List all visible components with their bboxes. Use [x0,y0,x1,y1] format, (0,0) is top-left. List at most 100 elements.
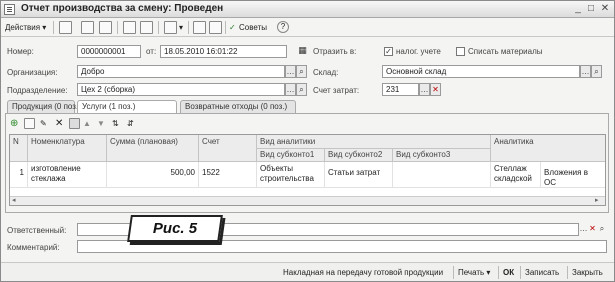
tab-returnable-waste[interactable]: Возвратные отходы (0 поз.) [180,100,296,113]
tips-button[interactable]: Советы [239,20,267,35]
column-header-analytics[interactable]: Аналитика [491,135,605,162]
toolbar-separator [225,21,226,34]
column-header-n[interactable]: N [10,135,28,162]
move-up-icon[interactable]: ▲ [83,116,91,131]
search-icon[interactable]: ⌕ [296,83,307,96]
select-button[interactable]: … [580,65,591,78]
separator [453,266,454,279]
horizontal-scrollbar[interactable]: ◂ ▸ [10,196,605,205]
column-header-nomenclature[interactable]: Номенклатура [28,135,107,162]
tips-icon[interactable]: ✓ [229,20,236,35]
figure-caption: Рис. 5 [127,215,223,242]
end-edit-icon[interactable] [69,118,80,129]
column-header-subconto1[interactable]: Вид субконто1 [257,149,325,162]
separator [520,266,521,279]
figure-caption-text: Рис. 5 [152,220,198,237]
cell-n: 1 [10,162,28,188]
close-button[interactable]: ✕ [599,2,611,16]
toolbar-separator [188,21,189,34]
select-button[interactable]: … [579,223,588,236]
move-down-icon[interactable]: ▼ [97,116,105,131]
select-button[interactable]: … [285,83,296,96]
ok-button[interactable]: ОК [503,266,514,279]
calendar-icon[interactable]: ▦ [297,45,308,58]
waybill-button[interactable]: Накладная на передачу готовой продукции [283,266,443,279]
edit-row-icon[interactable]: ✎ [40,116,47,131]
structure-icon[interactable] [193,21,206,34]
add-row-icon[interactable]: ⊕ [10,116,18,131]
tab-products[interactable]: Продукция (0 поз.) [7,100,81,113]
department-field[interactable]: Цех 2 (сборка) [77,83,285,96]
chevron-down-icon[interactable]: ▾ [179,20,183,35]
cost-account-field[interactable]: 231 [382,83,419,96]
tax-accounting-label: налог. учете [396,47,441,56]
scroll-left-icon[interactable]: ◂ [12,197,16,205]
help-icon[interactable]: ? [277,21,289,33]
save-button[interactable]: Записать [525,266,559,279]
select-button[interactable]: … [285,65,296,78]
new-document-icon[interactable] [59,21,72,34]
column-header-subconto3[interactable]: Вид субконто3 [393,149,491,162]
select-button[interactable]: … [419,83,430,96]
cell-nomenclature: изготовление стеклажа [28,162,107,188]
toolbar-separator [53,21,54,34]
search-icon[interactable]: ⌕ [597,223,607,236]
warehouse-label: Склад: [313,68,339,77]
warehouse-field[interactable]: Основной склад [382,65,580,78]
toolbar-separator [158,21,159,34]
separator [567,266,568,279]
column-header-subconto2[interactable]: Вид субконто2 [325,149,393,162]
column-header-analytics-kind[interactable]: Вид аналитики [257,135,491,149]
document-window: Отчет производства за смену: Проведен _ … [0,0,615,282]
column-header-account[interactable]: Счет [199,135,257,162]
delete-row-icon[interactable]: ✕ [55,116,63,131]
window-title: Отчет производства за смену: Проведен [21,3,224,14]
separator [498,266,499,279]
edit-document-icon[interactable] [99,21,112,34]
sort-ascending-icon[interactable]: ⇅ [112,116,119,131]
cost-account-label: Счет затрат: [313,86,360,95]
search-icon[interactable]: ⌕ [296,65,307,78]
search-icon[interactable]: ⌕ [591,65,602,78]
maximize-button[interactable]: □ [585,2,597,16]
cell-analytics1: Стеллаж складской [491,162,541,188]
number-label: Номер: [7,47,34,56]
writeoff-materials-label: Списать материалы [468,47,543,56]
number-field[interactable]: 0000000001 [77,45,141,58]
movements-icon[interactable] [209,21,222,34]
date-field[interactable]: 18.05.2010 16:01:22 [160,45,287,58]
organization-label: Организация: [7,68,58,77]
department-label: Подразделение: [7,86,68,95]
copy-row-icon[interactable] [24,118,35,129]
column-header-planned-sum[interactable]: Сумма (плановая) [107,135,199,162]
toolbar-separator [117,21,118,34]
tab-services[interactable]: Услуги (1 поз.) [77,100,177,114]
actions-menu[interactable]: Действия ▾ [5,20,46,35]
cell-subconto2: Статьи затрат [325,162,393,188]
writeoff-materials-checkbox[interactable] [456,47,465,56]
date-prefix-label: от: [146,47,157,56]
cell-account: 1522 [199,162,257,188]
tax-accounting-checkbox[interactable]: ✓ [384,47,393,56]
minimize-button[interactable]: _ [572,2,584,16]
sort-descending-icon[interactable]: ⇵ [127,116,134,131]
reflect-label: Отразить в: [313,47,357,56]
table-row[interactable]: 1 изготовление стеклажа 500,00 1522 Объе… [10,162,605,188]
organization-field[interactable]: Добро [77,65,285,78]
close-form-button[interactable]: Закрыть [572,266,603,279]
document-icon [4,4,15,15]
comment-label: Комментарий: [7,243,60,252]
scroll-right-icon[interactable]: ▸ [595,197,599,205]
print-button[interactable]: Печать ▾ [458,266,490,279]
clear-icon[interactable]: ✕ [430,83,441,96]
based-on-icon[interactable] [164,21,177,34]
responsible-label: Ответственный: [7,226,67,235]
services-table: N Номенклатура Сумма (плановая) Счет Вид… [9,134,606,206]
post-icon[interactable] [123,21,136,34]
unpost-icon[interactable] [140,21,153,34]
clear-icon[interactable]: ✕ [588,223,597,236]
toolbar: Действия ▾ ▾ ✓ Советы ? [1,18,614,37]
copy-document-icon[interactable] [81,21,94,34]
cell-subconto3 [393,162,491,188]
title-bar: Отчет производства за смену: Проведен _ … [1,1,614,18]
